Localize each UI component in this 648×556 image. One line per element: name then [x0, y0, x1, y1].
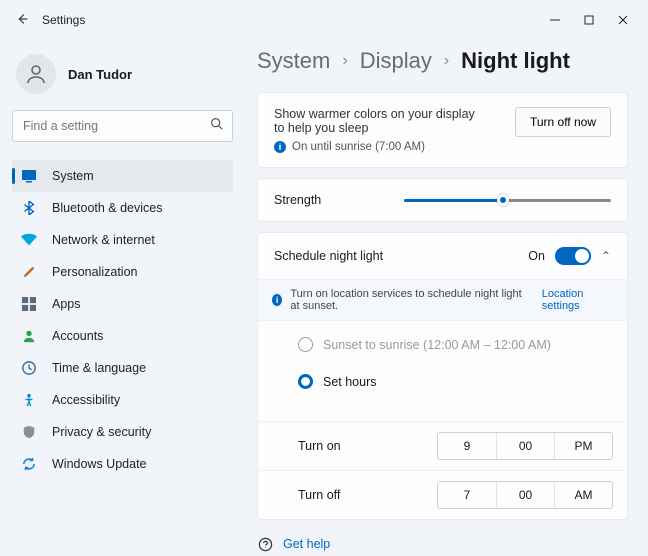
- accessibility-icon: [18, 389, 40, 411]
- bluetooth-icon: [18, 197, 40, 219]
- close-button[interactable]: [606, 6, 640, 34]
- sidebar-item-update[interactable]: Windows Update: [12, 448, 233, 480]
- turn-off-button[interactable]: Turn off now: [515, 107, 611, 137]
- sidebar-item-accounts[interactable]: Accounts: [12, 320, 233, 352]
- avatar-icon: [16, 54, 56, 94]
- sidebar-item-label: Accessibility: [52, 393, 120, 407]
- help-icon: [257, 536, 273, 552]
- night-light-status: On until sunrise (7:00 AM): [292, 141, 425, 153]
- breadcrumb-display[interactable]: Display: [360, 48, 432, 74]
- turn-off-period[interactable]: AM: [554, 482, 612, 508]
- sidebar-item-label: Personalization: [52, 265, 137, 279]
- search-container: [12, 110, 233, 142]
- sidebar-item-bluetooth[interactable]: Bluetooth & devices: [12, 192, 233, 224]
- sidebar-nav: System Bluetooth & devices Network & int…: [12, 160, 233, 480]
- chevron-up-icon: ⌃: [601, 249, 611, 263]
- brush-icon: [18, 261, 40, 283]
- night-light-description: Show warmer colors on your display to he…: [274, 107, 484, 135]
- option-sunset[interactable]: Sunset to sunrise (12:00 AM – 12:00 AM): [298, 337, 613, 352]
- sidebar-item-label: System: [52, 169, 94, 183]
- sidebar-item-apps[interactable]: Apps: [12, 288, 233, 320]
- option-set-hours[interactable]: Set hours: [298, 374, 613, 389]
- page-title: Night light: [461, 48, 570, 74]
- maximize-button[interactable]: [572, 6, 606, 34]
- search-icon: [210, 117, 223, 133]
- location-banner-text: Turn on location services to schedule ni…: [290, 288, 533, 312]
- strength-label: Strength: [274, 193, 404, 207]
- schedule-toggle[interactable]: [555, 247, 591, 265]
- turn-on-hour[interactable]: 9: [438, 433, 496, 459]
- turn-on-label: Turn on: [272, 439, 392, 453]
- sidebar-item-personalization[interactable]: Personalization: [12, 256, 233, 288]
- location-settings-link[interactable]: Location settings: [542, 288, 613, 312]
- turn-off-picker: 7 00 AM: [437, 481, 613, 509]
- info-icon: i: [274, 141, 286, 153]
- sidebar-item-network[interactable]: Network & internet: [12, 224, 233, 256]
- help-label: Get help: [283, 537, 330, 551]
- sidebar-item-accessibility[interactable]: Accessibility: [12, 384, 233, 416]
- sidebar-item-label: Privacy & security: [52, 425, 151, 439]
- turn-on-period[interactable]: PM: [554, 433, 612, 459]
- info-icon: i: [272, 294, 282, 306]
- turn-off-minute[interactable]: 00: [496, 482, 554, 508]
- sidebar-item-label: Time & language: [52, 361, 146, 375]
- shield-icon: [18, 421, 40, 443]
- back-button[interactable]: [8, 12, 36, 29]
- turn-on-picker: 9 00 PM: [437, 432, 613, 460]
- breadcrumb-system[interactable]: System: [257, 48, 330, 74]
- sidebar-item-label: Windows Update: [52, 457, 147, 471]
- sidebar-item-system[interactable]: System: [12, 160, 233, 192]
- search-input[interactable]: [12, 110, 233, 142]
- user-name: Dan Tudor: [68, 67, 132, 82]
- minimize-button[interactable]: [538, 6, 572, 34]
- radio-icon: [298, 337, 313, 352]
- get-help-link[interactable]: Get help: [257, 536, 628, 552]
- turn-off-hour[interactable]: 7: [438, 482, 496, 508]
- sidebar-item-label: Bluetooth & devices: [52, 201, 163, 215]
- option-sunset-label: Sunset to sunrise (12:00 AM – 12:00 AM): [323, 338, 551, 352]
- update-icon: [18, 453, 40, 475]
- system-icon: [18, 165, 40, 187]
- chevron-right-icon: ›: [444, 52, 449, 70]
- turn-on-minute[interactable]: 00: [496, 433, 554, 459]
- breadcrumb: System › Display › Night light: [257, 48, 628, 74]
- schedule-label: Schedule night light: [274, 249, 383, 263]
- schedule-header[interactable]: Schedule night light On ⌃: [258, 233, 627, 279]
- strength-slider[interactable]: [404, 193, 611, 207]
- clock-icon: [18, 357, 40, 379]
- sidebar-item-label: Accounts: [52, 329, 103, 343]
- sidebar-item-label: Network & internet: [52, 233, 155, 247]
- schedule-state: On: [528, 249, 545, 263]
- turn-off-label: Turn off: [272, 488, 392, 502]
- option-set-hours-label: Set hours: [323, 375, 377, 389]
- sidebar-item-time[interactable]: Time & language: [12, 352, 233, 384]
- sidebar-item-privacy[interactable]: Privacy & security: [12, 416, 233, 448]
- apps-icon: [18, 293, 40, 315]
- chevron-right-icon: ›: [342, 52, 347, 70]
- sidebar-item-label: Apps: [52, 297, 81, 311]
- window-title: Settings: [42, 13, 85, 27]
- radio-icon: [298, 374, 313, 389]
- accounts-icon: [18, 325, 40, 347]
- user-profile[interactable]: Dan Tudor: [16, 54, 233, 94]
- wifi-icon: [18, 229, 40, 251]
